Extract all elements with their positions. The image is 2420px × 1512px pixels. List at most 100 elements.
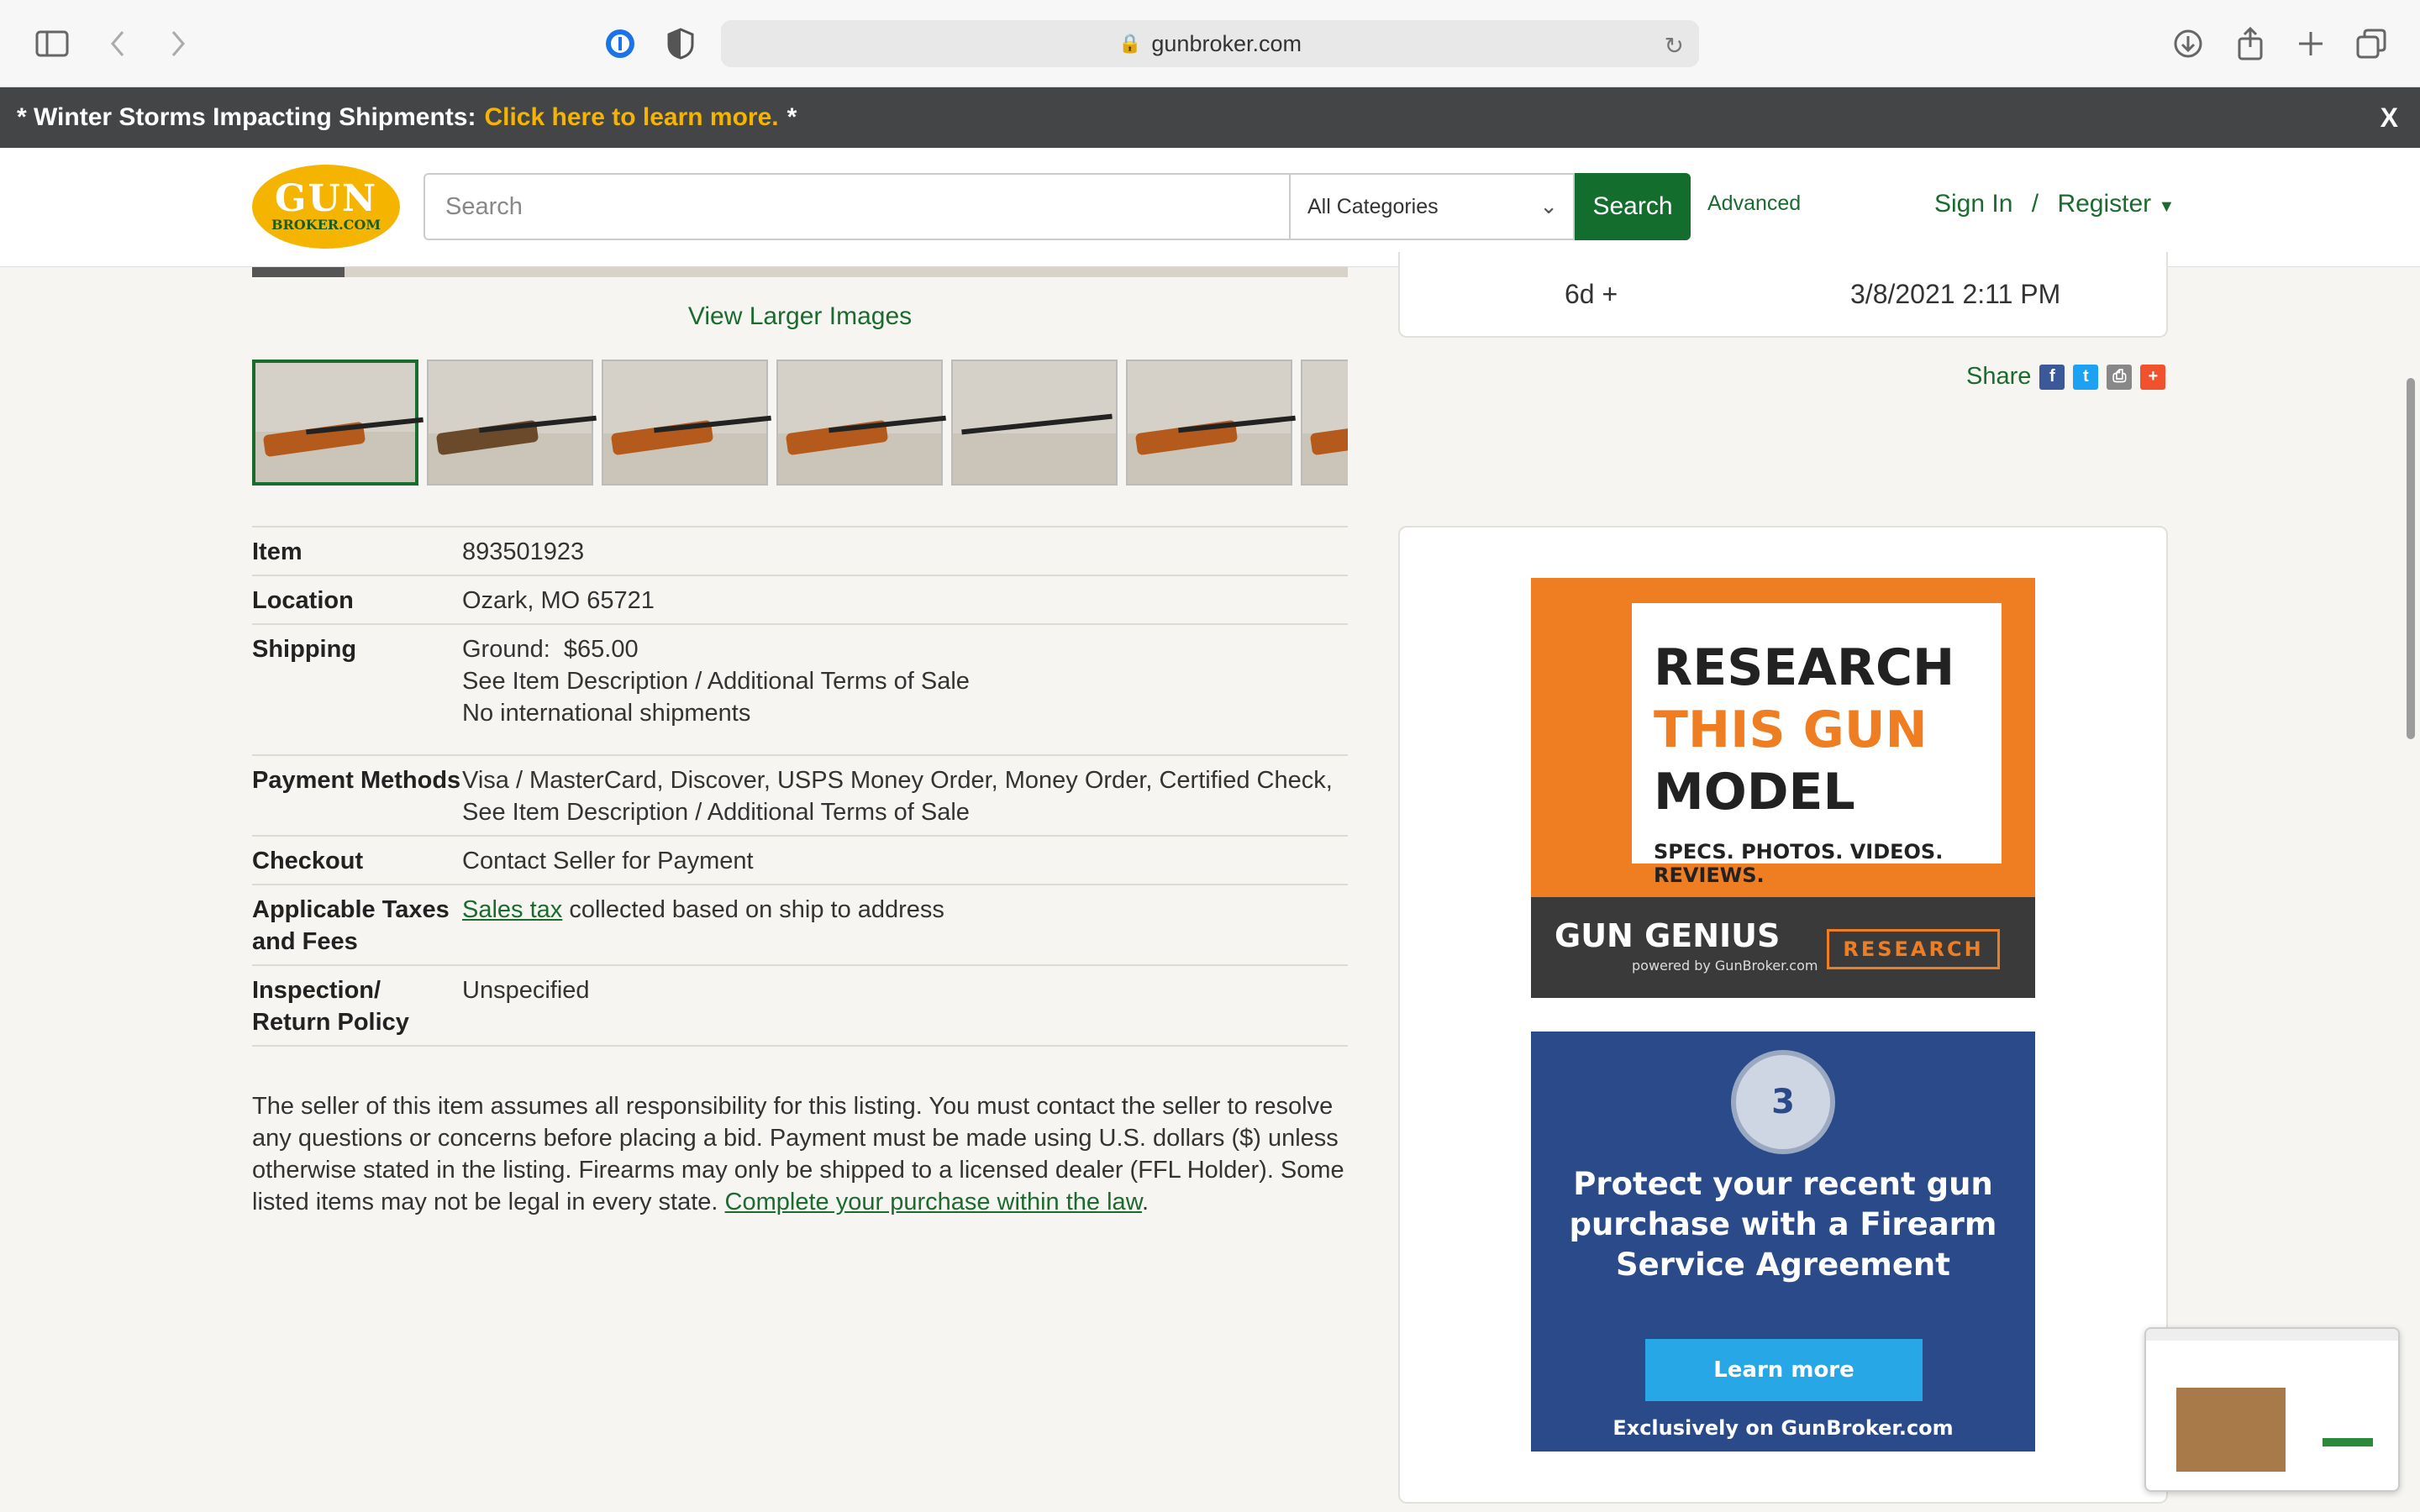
thumbnail-image[interactable] [951,360,1118,486]
address-bar[interactable]: 🔒 gunbroker.com ↻ [721,20,1699,67]
category-selected-value: All Categories [1307,194,1439,218]
gunbroker-logo[interactable]: GUN BROKER.COM [252,165,400,249]
facebook-icon[interactable]: f [2039,364,2065,390]
share-icon[interactable] [2232,25,2269,62]
thumbnail-image[interactable] [602,360,771,486]
logo-text-bottom: BROKER.COM [271,217,381,233]
site-header: GUN BROKER.COM Search All Categories ⌄ S… [0,148,2420,267]
account-links: Sign In / Register ▼ [1934,190,2175,218]
detail-value-line: See Item Description / Additional Terms … [462,799,970,826]
password-manager-icon[interactable] [602,25,639,62]
ad-headline-3: MODEL [1654,763,1855,822]
detail-label: Item [252,538,302,565]
detail-value-line: Ground: $65.00 [462,636,639,663]
search-button[interactable]: Search [1575,173,1691,240]
disclaimer-end: . [1142,1189,1150,1215]
detail-label: Location [252,587,354,614]
notice-suffix: * [786,103,797,131]
notice-learn-more-link[interactable]: Click here to learn more. [484,103,778,132]
print-icon[interactable]: ⎙ [2107,364,2133,390]
view-larger-images-link[interactable]: View Larger Images [252,302,1348,331]
twitter-icon[interactable]: t [2073,364,2099,390]
seller-disclaimer: The seller of this item assumes all resp… [252,1090,1348,1218]
ad-subline: SPECS. PHOTOS. VIDEOS. REVIEWS. [1654,840,1944,887]
ad-footer: GUN GENIUS powered by GunBroker.com RESE… [1531,897,2035,998]
detail-label: Applicable Taxes and Fees [252,896,450,955]
detail-value-line: No international shipments [462,700,751,727]
downloads-icon[interactable] [2170,25,2207,62]
detail-label: Inspection/ Return Policy [252,977,409,1036]
detail-row-payment-methods: Payment Methods Visa / MasterCard, Disco… [252,754,1348,835]
search-input[interactable]: Search [424,173,1289,240]
thumbnail-image[interactable] [252,360,424,486]
account-divider: / [2031,190,2039,218]
research-button[interactable]: RESEARCH [1827,929,2000,969]
detail-row-shipping: Shipping Ground: $65.00 See Item Descrip… [252,623,1348,754]
detail-value: Unspecified [462,977,590,1004]
privacy-shield-icon[interactable] [662,25,699,62]
lock-icon: 🔒 [1118,33,1142,54]
end-date: 3/8/2021 2:11 PM [1850,279,2061,309]
share-bar: Share f t ⎙ + [1966,363,2166,391]
service-agreement-ad[interactable]: 3 Protect your recent gun purchase with … [1531,1032,2035,1452]
notice-close-button[interactable]: X [2381,102,2398,134]
sales-tax-link[interactable]: Sales tax [462,896,562,923]
purchase-law-link[interactable]: Complete your purchase within the law [725,1189,1142,1215]
detail-value-line: Visa / MasterCard, Discover, USPS Money … [462,767,1333,794]
ad-speech-card: RESEARCH THIS GUN MODEL SPECS. PHOTOS. V… [1632,603,2002,887]
page-preview-thumbnail[interactable] [2144,1327,2400,1492]
winter-storm-notice: * Winter Storms Impacting Shipments: Cli… [0,87,2420,148]
detail-value-line: See Item Description / Additional Terms … [462,668,970,695]
detail-value: 893501923 [462,538,585,565]
thumbnail-image[interactable] [427,360,597,486]
url-text: gunbroker.com [1151,30,1302,56]
thumbnail-strip [252,360,1348,486]
tab-overview-icon[interactable] [2353,25,2390,62]
ad-headline-1: RESEARCH [1654,638,1955,697]
ad-message: Protect your recent gun purchase with a … [1569,1166,1997,1283]
browser-toolbar: 🔒 gunbroker.com ↻ [0,0,2420,87]
main-image-bottom-edge [252,267,1348,277]
detail-row-item: Item 893501923 [252,526,1348,575]
notice-text: * Winter Storms Impacting Shipments: [17,103,476,131]
new-tab-icon[interactable] [2292,25,2329,62]
more-share-icon[interactable]: + [2140,364,2166,390]
learn-more-button[interactable]: Learn more [1645,1339,1923,1401]
detail-value: Ozark, MO 65721 [462,587,655,614]
sign-in-link[interactable]: Sign In [1934,190,2012,218]
thumbnail-image[interactable] [1126,360,1296,486]
share-label: Share [1966,363,2032,390]
caret-down-icon[interactable]: ▼ [2159,197,2175,216]
detail-label: Shipping [252,636,357,663]
item-details-table: Item 893501923 Location Ozark, MO 65721 … [252,526,1348,1047]
back-icon[interactable] [99,25,136,62]
gun-genius-logo: GUN GENIUS [1555,917,1781,954]
thumbnail-image[interactable] [776,360,946,486]
sidebar-toggle-icon[interactable] [34,25,71,62]
category-select[interactable]: All Categories ⌄ [1289,173,1575,240]
logo-text-top: GUN [274,177,378,220]
time-left: 6d + [1565,279,1618,309]
detail-row-location: Location Ozark, MO 65721 [252,575,1348,623]
search-placeholder: Search [445,192,523,220]
chevron-down-icon: ⌄ [1539,193,1558,218]
gun-genius-ad[interactable]: RESEARCH THIS GUN MODEL SPECS. PHOTOS. V… [1531,578,2035,998]
reload-icon[interactable]: ↻ [1665,32,1684,60]
thumbnail-image[interactable] [1301,360,1348,486]
advanced-search-link[interactable]: Advanced [1707,192,1801,216]
ad-footer-text: Exclusively on GunBroker.com [1612,1416,1954,1440]
detail-value: collected based on ship to address [569,896,944,923]
detail-label: Payment Methods [252,767,461,794]
register-link[interactable]: Register [2057,190,2151,218]
gun-genius-tagline: powered by GunBroker.com [1632,958,1818,974]
detail-label: Checkout [252,848,364,874]
three-year-badge-icon: 3 [1731,1050,1835,1154]
detail-row-taxes: Applicable Taxes and Fees Sales tax coll… [252,884,1348,964]
detail-row-checkout: Checkout Contact Seller for Payment [252,835,1348,884]
auction-time-box: 6d + 3/8/2021 2:11 PM [1398,252,2168,338]
detail-value: Contact Seller for Payment [462,848,754,874]
detail-row-return-policy: Inspection/ Return Policy Unspecified [252,964,1348,1047]
forward-icon[interactable] [160,25,197,62]
page-scrollbar[interactable] [2407,378,2415,739]
ad-headline-2: THIS GUN [1654,701,1928,759]
